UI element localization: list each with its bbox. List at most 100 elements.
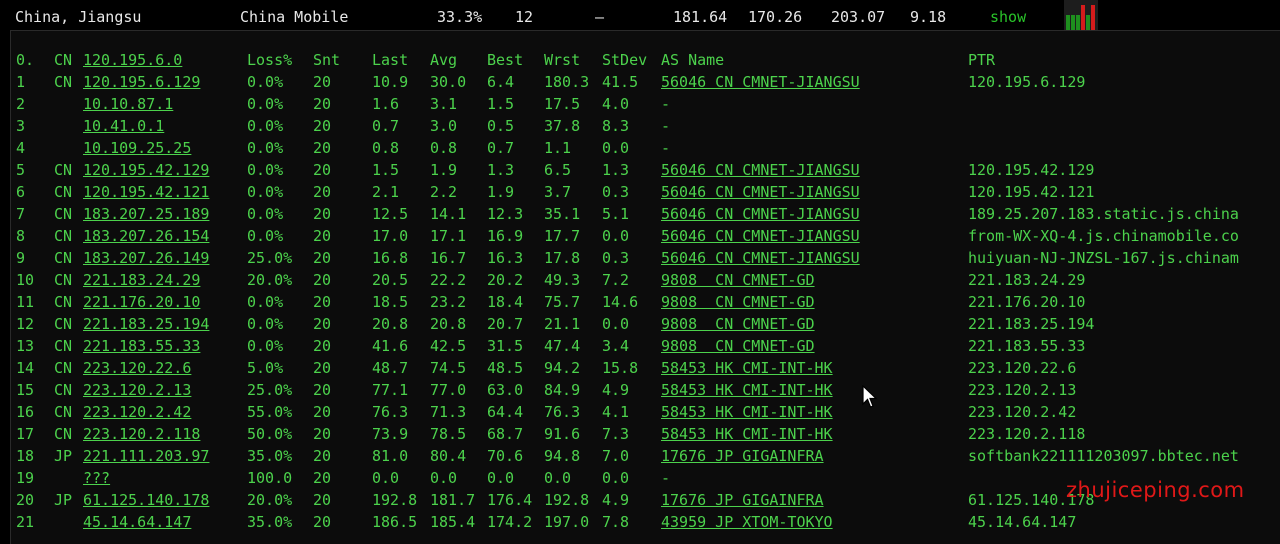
hop-ip-link[interactable]: 10.41.0.1 bbox=[83, 115, 164, 137]
country-code: CN bbox=[54, 337, 73, 355]
last-latency: 17.0 bbox=[372, 227, 409, 245]
as-name-link[interactable]: 58453 HK CMI-INT-HK bbox=[661, 401, 833, 423]
mtr-output: 0. CN 120.195.6.0 Loss% Snt Last Avg Best Wrst St… bbox=[10, 30, 1280, 544]
ptr-hostname: 221.183.24.29 bbox=[968, 271, 1086, 289]
as-name-link[interactable]: 43959 JP XTOM-TOKYO bbox=[661, 511, 833, 533]
avg-latency: 14.1 bbox=[430, 205, 467, 223]
hop-number: 5 bbox=[16, 161, 26, 179]
hop-ip-link[interactable]: 183.207.26.149 bbox=[83, 247, 209, 269]
ptr-hostname: 221.176.20.10 bbox=[968, 293, 1086, 311]
hop-number: 17 bbox=[16, 425, 35, 443]
last-latency: 2.1 bbox=[372, 183, 400, 201]
as-name-link[interactable]: 17676 JP GIGAINFRA bbox=[661, 489, 824, 511]
as-name-link[interactable]: 9808 CN CMNET-GD bbox=[661, 291, 815, 313]
as-name-link[interactable]: 56046 CN CMNET-JIANGSU bbox=[661, 71, 860, 93]
avg-latency: 1.9 bbox=[430, 161, 458, 179]
as-name-link[interactable]: 56046 CN CMNET-JIANGSU bbox=[661, 181, 860, 203]
hop-number: 10 bbox=[16, 271, 35, 289]
latency-mini-chart bbox=[1064, 0, 1098, 30]
worst-latency: 3.7 bbox=[544, 183, 572, 201]
hop-ip-link[interactable]: 221.183.24.29 bbox=[83, 269, 200, 291]
summary-location: China, Jiangsu bbox=[15, 8, 142, 26]
best-latency: 48.5 bbox=[487, 359, 524, 377]
loss-percent: 0.0% bbox=[247, 315, 284, 333]
hop-ip-link[interactable]: 10.10.87.1 bbox=[83, 93, 173, 115]
stdev-latency: 7.3 bbox=[602, 425, 630, 443]
hop-ip-link[interactable]: 223.120.2.118 bbox=[83, 423, 200, 445]
stdev-latency: 0.3 bbox=[602, 183, 630, 201]
hop-ip-link[interactable]: 120.195.42.121 bbox=[83, 181, 209, 203]
hop-ip-link[interactable]: 183.207.26.154 bbox=[83, 225, 209, 247]
stdev-latency: 4.9 bbox=[602, 381, 630, 399]
as-name-link[interactable]: 58453 HK CMI-INT-HK bbox=[661, 423, 833, 445]
hop-ip-link[interactable]: 223.120.2.42 bbox=[83, 401, 191, 423]
worst-latency: 91.6 bbox=[544, 425, 581, 443]
hop-ip-link[interactable]: 120.195.42.129 bbox=[83, 159, 209, 181]
hop-ip-link[interactable]: 120.195.6.129 bbox=[83, 71, 200, 93]
hop-ip-link[interactable]: 221.176.20.10 bbox=[83, 291, 200, 313]
show-link[interactable]: show bbox=[990, 7, 1026, 27]
hop-ip-link[interactable]: 221.111.203.97 bbox=[83, 445, 209, 467]
as-name-link[interactable]: 56046 CN CMNET-JIANGSU bbox=[661, 159, 860, 181]
hop-number: 8 bbox=[16, 227, 26, 245]
country-code: CN bbox=[54, 249, 73, 267]
hop-ip-link[interactable]: 61.125.140.178 bbox=[83, 489, 209, 511]
avg-latency: 20.8 bbox=[430, 315, 467, 333]
sent-count: 20 bbox=[313, 73, 332, 91]
as-name-link[interactable]: 58453 HK CMI-INT-HK bbox=[661, 357, 833, 379]
country-code: CN bbox=[54, 271, 73, 289]
best-latency: 63.0 bbox=[487, 381, 524, 399]
as-name-link[interactable]: 9808 CN CMNET-GD bbox=[661, 335, 815, 357]
sent-count: 20 bbox=[313, 447, 332, 465]
as-name-link[interactable]: 56046 CN CMNET-JIANGSU bbox=[661, 247, 860, 269]
stdev-latency: 4.9 bbox=[602, 491, 630, 509]
mini-chart-bar bbox=[1086, 15, 1090, 30]
loss-percent: 100.0 bbox=[247, 469, 293, 487]
sent-count: 20 bbox=[313, 183, 332, 201]
hop-ip-link[interactable]: 221.183.25.194 bbox=[83, 313, 209, 335]
hop-number: 12 bbox=[16, 315, 35, 333]
avg-latency: 3.0 bbox=[430, 117, 458, 135]
stdev-latency: 3.4 bbox=[602, 337, 630, 355]
as-name-link[interactable]: 56046 CN CMNET-JIANGSU bbox=[661, 203, 860, 225]
loss-percent: 50.0% bbox=[247, 425, 293, 443]
as-name-link: - bbox=[661, 95, 671, 113]
ptr-hostname: 223.120.2.42 bbox=[968, 403, 1077, 421]
hop-ip-link[interactable]: 223.120.2.13 bbox=[83, 379, 191, 401]
as-name-link[interactable]: 17676 JP GIGAINFRA bbox=[661, 445, 824, 467]
hop-ip-link[interactable]: ??? bbox=[83, 467, 110, 489]
last-latency: 186.5 bbox=[372, 513, 418, 531]
watermark: zhujiceping.com bbox=[1066, 478, 1245, 502]
hop-ip-link[interactable]: 223.120.22.6 bbox=[83, 357, 191, 379]
last-latency: 48.7 bbox=[372, 359, 409, 377]
country-code: CN bbox=[54, 381, 73, 399]
last-latency: 20.5 bbox=[372, 271, 409, 289]
as-name-link[interactable]: 56046 CN CMNET-JIANGSU bbox=[661, 225, 860, 247]
hop-ip-link[interactable]: 221.183.55.33 bbox=[83, 335, 200, 357]
best-latency: 16.9 bbox=[487, 227, 524, 245]
header-worst-latency: Wrst bbox=[544, 51, 581, 69]
loss-percent: 20.0% bbox=[247, 491, 293, 509]
country-code: JP bbox=[54, 447, 73, 465]
hop-ip-link[interactable]: 183.207.25.189 bbox=[83, 203, 209, 225]
as-name-link[interactable]: 58453 HK CMI-INT-HK bbox=[661, 379, 833, 401]
summary-sent: 12 bbox=[515, 8, 534, 26]
header-last-latency: Last bbox=[372, 51, 409, 69]
country-code: CN bbox=[54, 425, 73, 443]
best-latency: 16.3 bbox=[487, 249, 524, 267]
last-latency: 1.5 bbox=[372, 161, 400, 179]
hop-number: 1 bbox=[16, 73, 26, 91]
stdev-latency: 4.0 bbox=[602, 95, 630, 113]
as-name-link[interactable]: 9808 CN CMNET-GD bbox=[661, 313, 815, 335]
ptr-hostname: 120.195.6.129 bbox=[968, 73, 1086, 91]
sent-count: 20 bbox=[313, 293, 332, 311]
stdev-latency: 0.0 bbox=[602, 315, 630, 333]
hop-ip-link[interactable]: 45.14.64.147 bbox=[83, 511, 191, 533]
sent-count: 20 bbox=[313, 227, 332, 245]
loss-percent: 20.0% bbox=[247, 271, 293, 289]
stdev-latency: 0.0 bbox=[602, 469, 630, 487]
header-hop-ip-link[interactable]: 120.195.6.0 bbox=[83, 49, 182, 71]
hop-ip-link[interactable]: 10.109.25.25 bbox=[83, 137, 191, 159]
as-name-link[interactable]: 9808 CN CMNET-GD bbox=[661, 269, 815, 291]
as-name-link: - bbox=[661, 469, 671, 487]
